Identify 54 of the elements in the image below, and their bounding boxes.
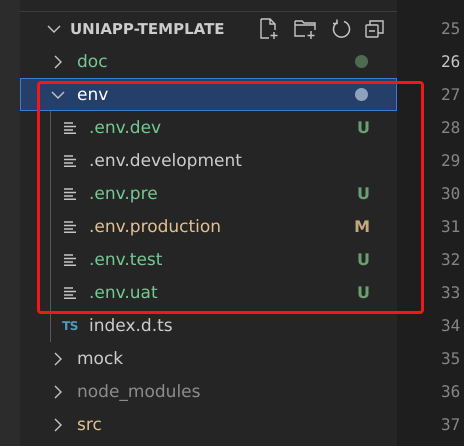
text-lines-icon: [64, 122, 76, 134]
file-name: .env.pre: [89, 184, 159, 204]
file-row[interactable]: .env.dev U: [20, 111, 397, 144]
line-number: 31: [441, 217, 460, 236]
typescript-icon: TS: [62, 318, 78, 332]
line-number: 37: [441, 415, 460, 434]
line-number: 35: [441, 349, 460, 368]
file-row[interactable]: TS index.d.ts: [20, 309, 397, 342]
text-lines-icon: [64, 286, 76, 298]
line-number: 30: [441, 184, 460, 203]
file-row[interactable]: .env.production M: [20, 210, 397, 243]
line-number: 34: [441, 316, 460, 335]
git-status-letter: U: [357, 250, 370, 269]
line-number: 26: [441, 52, 460, 71]
explorer-title: UNIAPP-TEMPLATE: [70, 20, 226, 38]
file-name: .env.dev: [89, 118, 162, 138]
file-name: .env.production: [89, 216, 222, 236]
folder-row[interactable]: mock: [20, 342, 397, 375]
folder-name: doc: [77, 52, 109, 72]
line-number: 32: [441, 250, 460, 269]
file-row[interactable]: .env.pre U: [20, 177, 397, 210]
file-name: .env.test: [89, 250, 164, 270]
folder-row[interactable]: src: [20, 408, 397, 441]
file-name: .env.development: [89, 150, 243, 170]
new-file-icon[interactable]: [258, 18, 280, 40]
folder-name: env: [77, 84, 110, 104]
folder-row[interactable]: doc: [20, 45, 397, 78]
text-lines-icon: [64, 154, 76, 166]
line-number: 28: [441, 118, 460, 137]
file-row[interactable]: .env.development: [20, 144, 397, 177]
file-name: index.d.ts: [89, 316, 174, 336]
line-number: 25: [441, 19, 460, 38]
folder-row[interactable]: node_modules: [20, 375, 397, 408]
folder-row[interactable]: env: [20, 78, 397, 111]
git-status-letter: U: [357, 118, 370, 137]
file-row[interactable]: .env.test U: [20, 243, 397, 276]
folder-name: src: [77, 414, 103, 434]
line-number: 36: [441, 382, 460, 401]
text-lines-icon: [64, 188, 76, 200]
collapse-all-icon[interactable]: [365, 18, 385, 38]
text-lines-icon: [64, 220, 76, 232]
git-status-letter: U: [357, 184, 370, 203]
git-status-letter: U: [357, 283, 370, 302]
line-number: 29: [441, 151, 460, 170]
file-row[interactable]: .env.uat U: [20, 276, 397, 309]
new-folder-icon[interactable]: [294, 18, 317, 40]
git-status-letter: M: [354, 217, 370, 236]
refresh-icon[interactable]: [331, 18, 351, 38]
folder-name: mock: [77, 348, 124, 368]
line-number: 27: [441, 85, 460, 104]
file-name: .env.uat: [89, 282, 159, 302]
line-number: 33: [441, 283, 460, 302]
text-lines-icon: [64, 254, 76, 266]
folder-name: node_modules: [77, 382, 202, 402]
